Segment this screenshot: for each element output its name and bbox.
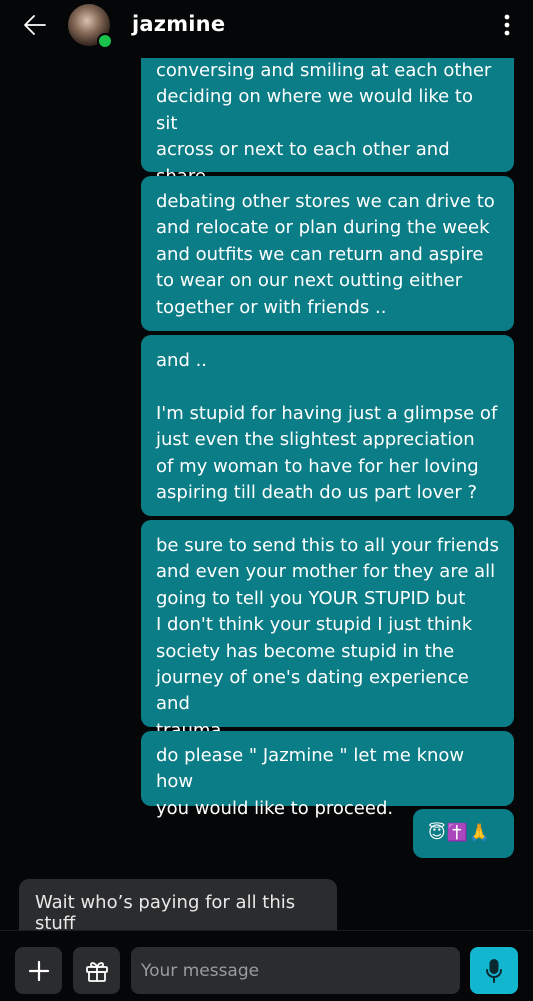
message-composer <box>0 930 533 1001</box>
arrow-left-icon[interactable] <box>22 12 48 38</box>
message-thread[interactable]: conversing and smiling at each other dec… <box>0 0 533 934</box>
add-attachment-button[interactable] <box>15 947 62 994</box>
message-bubble-outgoing[interactable]: do please " Jazmine " let me know how yo… <box>141 731 514 819</box>
gift-button[interactable] <box>73 947 120 994</box>
message-bubble-incoming[interactable]: Wait who’s paying for all this stuff <box>19 879 337 934</box>
contact-name[interactable]: jazmine <box>132 12 225 36</box>
online-status-indicator <box>97 33 113 49</box>
message-bubble-outgoing[interactable]: debating other stores we can drive to an… <box>141 176 514 331</box>
message-bubble-emoji[interactable]: 😇✝️🙏 <box>413 809 514 858</box>
kebab-menu-icon[interactable] <box>497 12 517 40</box>
chat-header: jazmine <box>0 0 533 58</box>
message-input[interactable] <box>131 947 460 994</box>
voice-message-button[interactable] <box>470 947 518 994</box>
message-bubble-outgoing[interactable]: and .. I'm stupid for having just a glim… <box>141 335 514 516</box>
message-bubble-outgoing[interactable]: conversing and smiling at each other dec… <box>141 40 514 213</box>
message-bubble-outgoing[interactable]: be sure to send this to all your friends… <box>141 520 514 741</box>
